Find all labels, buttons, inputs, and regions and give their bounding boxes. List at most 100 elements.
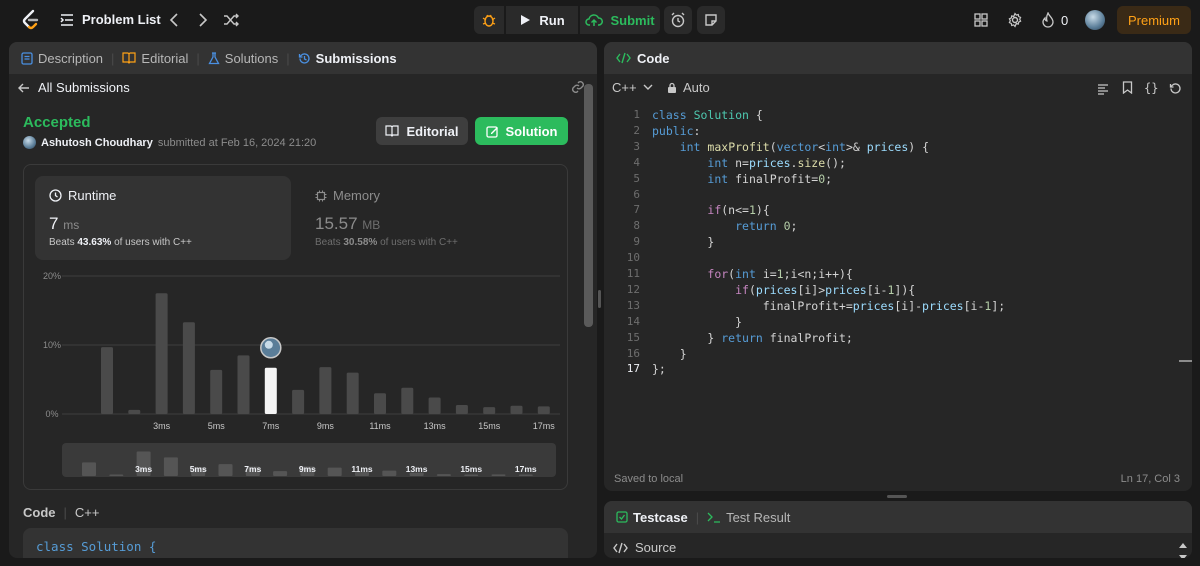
reset-button[interactable] <box>1169 82 1182 100</box>
code-line: if(n<=1){ <box>707 203 770 218</box>
arrow-left-icon <box>18 83 29 92</box>
runtime-value-line: 7 ms <box>49 214 79 234</box>
editorial-button[interactable]: Editorial <box>376 117 468 145</box>
bar <box>319 367 332 414</box>
code-line: class Solution { <box>652 108 763 122</box>
all-submissions-link[interactable]: All Submissions <box>18 80 130 95</box>
line-number: 8 <box>633 219 640 233</box>
braces-button[interactable]: {} <box>1144 81 1158 95</box>
code-icon <box>613 542 628 553</box>
line-number: 11 <box>626 267 640 280</box>
layout-button[interactable] <box>972 11 990 29</box>
code-line: public: <box>652 123 701 138</box>
mini-x-tick-label: 11ms <box>351 464 373 474</box>
code-preview: class Solution { <box>23 528 568 558</box>
code-editor[interactable]: 1 class Solution {2 public: 3 int maxProfit… <box>604 108 1192 384</box>
avatar[interactable] <box>1085 10 1105 30</box>
tab-test-result[interactable]: Test Result <box>707 510 790 525</box>
mini-x-tick-label: 3ms <box>135 464 152 474</box>
bookmark-button[interactable] <box>1122 81 1133 99</box>
line-number: 5 <box>633 171 640 185</box>
horizontal-resize-handle[interactable] <box>887 495 907 498</box>
share-link-button[interactable] <box>571 80 585 99</box>
x-tick-label: 3ms <box>153 421 171 431</box>
code-line: if(prices[i]>prices[i-1]){ <box>735 282 916 297</box>
chevron-down-icon <box>643 84 653 90</box>
runtime-range-slider[interactable]: 3ms 5ms 7ms 9ms 11ms 13ms 15ms 17ms <box>62 443 556 477</box>
notes-button[interactable] <box>697 6 725 34</box>
run-button[interactable]: Run <box>506 6 578 34</box>
mini-bar <box>436 474 451 476</box>
x-tick-label: 11ms <box>369 421 391 431</box>
chevron-left-icon <box>169 13 178 27</box>
solution-button[interactable]: Solution <box>475 117 568 145</box>
line-number: 4 <box>633 155 640 169</box>
history-icon <box>298 52 310 64</box>
bar <box>292 389 305 414</box>
next-problem-button[interactable] <box>195 11 211 29</box>
cursor-position: Ln 17, Col 3 <box>1120 473 1180 485</box>
user-name[interactable]: Ashutosh Choudhary <box>41 137 153 149</box>
streak-counter[interactable]: 0 <box>1041 12 1068 28</box>
line-number: 12 <box>626 282 640 296</box>
scroll-up-arrow-icon[interactable] <box>1179 535 1187 548</box>
testcase-panel: Testcase | Test Result Source <box>604 501 1192 558</box>
runtime-distribution-chart[interactable]: 0% 10% 20% 3ms 5ms 7ms 9ms 11ms 13ms 15ms 17ms <box>24 265 567 435</box>
timer-button[interactable] <box>664 6 692 34</box>
tab-solutions[interactable]: Solutions <box>208 51 278 66</box>
bar <box>346 372 359 414</box>
shuffle-button[interactable] <box>222 11 240 29</box>
link-icon <box>572 81 584 93</box>
auto-mode-toggle[interactable]: Auto <box>667 80 710 95</box>
vertical-resize-handle[interactable] <box>598 290 601 308</box>
settings-button[interactable] <box>1006 11 1024 29</box>
mini-x-tick-label: 15ms <box>460 464 482 474</box>
memory-unit: MB <box>362 218 381 232</box>
source-tab[interactable]: Source <box>613 540 676 555</box>
runtime-header: Runtime <box>49 188 116 203</box>
tab-description[interactable]: Description <box>21 51 103 66</box>
runtime-card[interactable]: Runtime 7 ms Beats 43.63% of users with … <box>35 176 291 260</box>
edit-icon <box>485 125 498 138</box>
scroll-down-arrow-icon[interactable] <box>1179 548 1187 558</box>
user-avatar[interactable] <box>23 136 36 149</box>
code-line: } <box>652 314 743 329</box>
premium-button[interactable]: Premium <box>1117 6 1191 34</box>
bar <box>237 355 250 414</box>
leetcode-logo-icon[interactable] <box>20 9 42 31</box>
run-submit-group: Run Submit <box>474 6 660 34</box>
bar <box>455 405 468 414</box>
runtime-unit: ms <box>63 218 80 232</box>
y-tick-label: 20% <box>43 271 61 281</box>
mini-bar <box>163 457 178 476</box>
prev-problem-button[interactable] <box>166 11 182 29</box>
book-icon <box>385 125 400 137</box>
mini-bar <box>518 474 533 476</box>
bookmark-icon <box>1122 81 1133 95</box>
mini-x-tick-label: 13ms <box>406 464 428 474</box>
mini-x-tick-label: 5ms <box>190 464 207 474</box>
memory-value-line: 15.57 MB <box>315 214 380 234</box>
language-select[interactable]: C++ <box>612 80 653 95</box>
problem-list-button[interactable]: Problem List <box>60 12 161 27</box>
format-button[interactable] <box>1097 82 1109 100</box>
saved-status: Saved to local <box>614 473 684 485</box>
testcase-tab-bar: Testcase | Test Result <box>604 501 1192 533</box>
submit-button[interactable]: Submit <box>580 6 660 34</box>
line-number: 7 <box>633 203 640 217</box>
code-line: int maxProfit(vector<int>& prices) { <box>679 139 930 154</box>
code-line: for(int i=1;i<n;i++){ <box>707 267 853 281</box>
tab-testcase[interactable]: Testcase <box>616 510 688 525</box>
y-tick-label: 10% <box>43 340 61 350</box>
debug-button[interactable] <box>474 6 504 34</box>
editor-scroll-marker <box>1179 360 1192 362</box>
left-scrollbar[interactable] <box>584 84 593 327</box>
memory-card[interactable]: Memory 15.57 MB Beats 30.58% of users wi… <box>303 176 559 260</box>
code-language: C++ <box>74 505 100 520</box>
alarm-icon <box>671 12 685 28</box>
tab-editorial[interactable]: Editorial <box>122 51 188 66</box>
code-section-header: Code | C++ <box>23 505 100 520</box>
submitted-at: submitted at Feb 16, 2024 21:20 <box>157 136 317 149</box>
bar <box>483 407 496 414</box>
tab-submissions[interactable]: Submissions <box>298 51 397 66</box>
